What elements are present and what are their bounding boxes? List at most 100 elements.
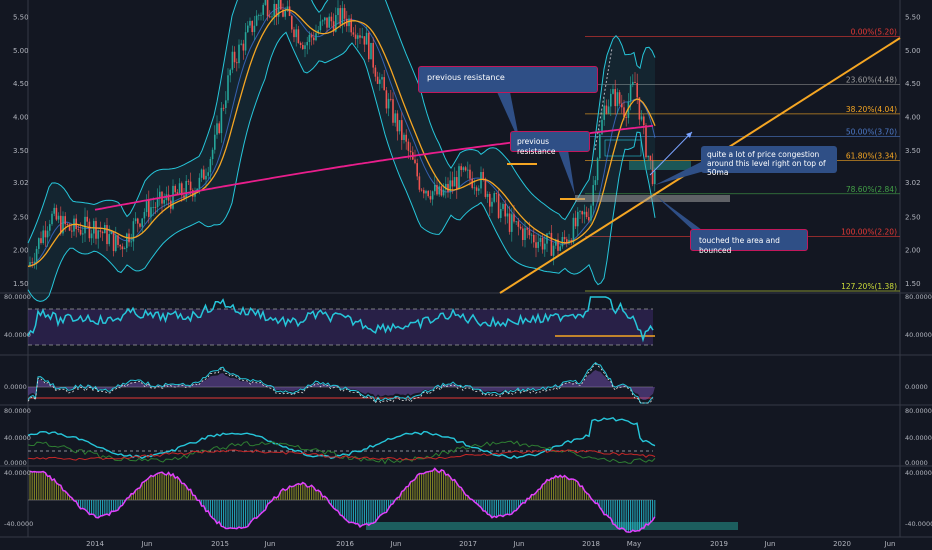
candle-body: [231, 51, 234, 70]
candle-body: [469, 169, 471, 179]
candle-body: [407, 141, 410, 151]
congestion-zone: [629, 161, 691, 170]
candle-body: [319, 21, 322, 31]
candle-body: [643, 116, 645, 126]
indicator-tick-left: 0.0000: [4, 383, 27, 391]
candle-body: [315, 33, 317, 41]
candle-body: [500, 208, 502, 218]
candle-body: [372, 42, 374, 68]
price-tick-left: 1.50: [13, 280, 29, 288]
candle-body: [339, 8, 341, 25]
candle-body: [418, 176, 421, 190]
candle-body: [293, 29, 295, 38]
annotation-previous-resistance-1[interactable]: previous resistance: [418, 66, 598, 93]
candle-body: [172, 185, 174, 209]
candle-body: [579, 211, 581, 212]
candle-body: [416, 163, 418, 177]
indicator-tick-left: 80.0000: [4, 293, 31, 301]
candle-body: [447, 183, 449, 192]
candle-body: [515, 221, 517, 223]
candle-body: [599, 134, 601, 159]
candle-body: [42, 230, 44, 244]
price-axis-right: 5.50 5.00 4.50 4.00 3.50 3.02 2.50 2.00 1.50: [905, 14, 921, 288]
candle-body: [189, 181, 192, 191]
candle-body: [504, 203, 506, 217]
candle-body: [203, 169, 205, 180]
candle-body: [491, 201, 493, 207]
fib-label: 38.20%(4.04): [846, 105, 897, 114]
price-tick-right: 5.50: [905, 14, 921, 22]
candle-body: [214, 134, 216, 150]
annotation-previous-resistance-2[interactable]: previous resistance: [510, 131, 590, 156]
candle-body: [145, 199, 148, 213]
candle-body: [456, 177, 458, 190]
candle-body: [35, 248, 38, 262]
candle-body: [200, 169, 203, 178]
candle-body: [511, 214, 513, 232]
candle-body: [524, 228, 526, 240]
candle-body: [249, 20, 251, 26]
annotation-touched-bounced[interactable]: touched the area and bounced: [690, 229, 808, 255]
candle-body: [420, 189, 423, 191]
price-tick-left: 5.00: [13, 47, 29, 55]
candle-body: [77, 229, 80, 230]
candle-body: [178, 183, 181, 195]
candle-body: [539, 237, 542, 242]
candle-body: [82, 233, 84, 235]
indicator-tick-left: 80.0000: [4, 407, 31, 415]
candle-body: [33, 261, 36, 263]
candle-body: [563, 236, 566, 240]
candle-body: [480, 171, 482, 189]
candle-body: [148, 199, 150, 217]
candle-body: [260, 14, 262, 16]
indicator-tick-right: -40.0000: [905, 520, 932, 528]
candle-body: [348, 18, 350, 27]
indicator-tick-right: 80.0000: [905, 293, 932, 301]
candle-body: [244, 32, 247, 51]
candle-body: [150, 207, 152, 217]
indicator-tick-left: 40.0000: [4, 469, 31, 477]
candle-body: [247, 25, 249, 33]
candle-body: [284, 10, 286, 17]
candle-body: [632, 81, 634, 85]
candle-body: [473, 187, 476, 189]
candle-body: [101, 231, 104, 234]
time-tick: Jun: [764, 540, 776, 548]
candle-body: [442, 189, 445, 196]
price-tick-right: 4.50: [905, 80, 921, 88]
candle-body: [79, 229, 82, 235]
candle-body: [645, 125, 647, 158]
candle-body: [64, 216, 66, 225]
candle-body: [506, 213, 509, 217]
candle-body: [654, 171, 656, 185]
candle-body: [95, 221, 97, 239]
price-tick-left: 4.00: [13, 114, 29, 122]
candle-body: [227, 75, 229, 101]
candle-body: [229, 69, 231, 76]
candle-body: [51, 213, 53, 225]
indicator-tick-right: 40.0000: [905, 331, 932, 339]
annotation-price-congestion[interactable]: quite a lot of price congestion around t…: [701, 146, 837, 177]
fib-label: 23.60%(4.48): [846, 76, 897, 85]
candle-body: [409, 150, 412, 153]
candle-body: [330, 16, 333, 22]
candle-body: [55, 207, 58, 220]
candle-body: [46, 230, 49, 238]
candle-body: [110, 231, 113, 235]
price-tick-left: 2.00: [13, 247, 29, 255]
candle-body: [258, 15, 260, 17]
price-tick-right: 4.00: [905, 114, 921, 122]
candle-body: [530, 234, 533, 236]
candle-body: [621, 103, 623, 108]
price-tick-right: 3.50: [905, 147, 921, 155]
candle-body: [616, 92, 619, 107]
candle-body: [583, 211, 586, 215]
candle-body: [522, 228, 524, 240]
candle-body: [526, 228, 528, 230]
candle-body: [326, 17, 328, 28]
candle-body: [634, 81, 636, 84]
candle-body: [295, 29, 297, 38]
indicator-tick-left: 0.0000: [4, 459, 27, 467]
candle-body: [588, 217, 590, 221]
candle-body: [462, 167, 465, 171]
